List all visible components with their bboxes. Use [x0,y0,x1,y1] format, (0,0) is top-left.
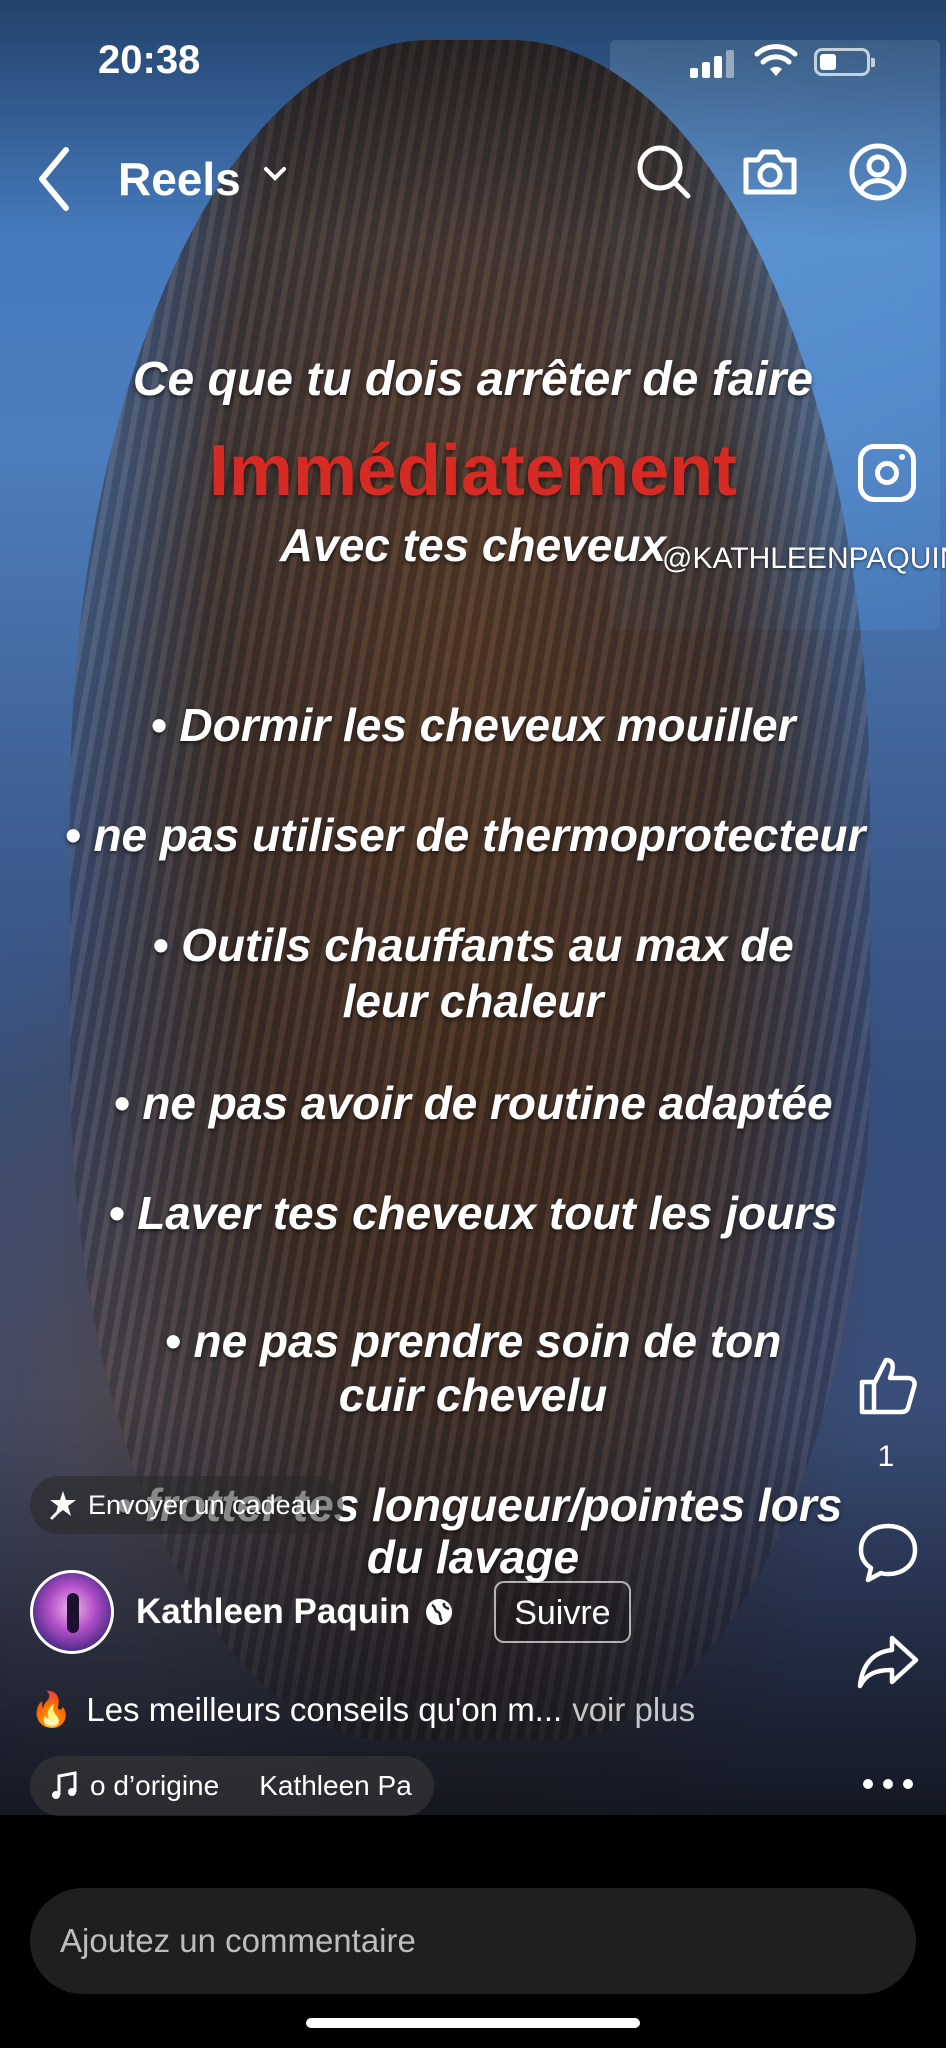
overlay-highlight: Immédiatement [208,431,738,511]
audio-title: o d’origine [90,1770,220,1801]
overlay-bullet: • ne pas utiliser de thermoprotecteur [64,809,866,861]
caption-text: Les meilleurs conseils qu'on m... [86,1691,563,1728]
comment-input[interactable]: Ajoutez un commentaire [30,1888,916,1994]
instagram-icon [858,444,916,502]
wifi-icon [754,44,798,76]
reel-video[interactable]: Ce que tu dois arrêter de faire Immédiat… [0,0,946,1815]
signal-icon [690,48,736,78]
overlay-bullet: • Laver tes cheveux tout les jours [108,1187,838,1239]
fire-icon: 🔥 [30,1691,73,1729]
like-count: 1 [877,1440,895,1473]
gift-icon [50,1491,76,1520]
page-title[interactable]: Reels [118,152,241,206]
gift-label: Envoyer un cadeau [88,1489,321,1520]
see-more-link[interactable]: voir plus [572,1691,695,1729]
author-name[interactable]: Kathleen Paquin [136,1592,410,1632]
overlay-title: Ce que tu dois arrêter de faire [132,353,814,406]
overlay-bullet: leur chaleur [342,975,604,1027]
profile-icon[interactable] [848,142,908,202]
status-bar: 20:38 [0,0,946,120]
avatar[interactable] [30,1570,114,1654]
thumbs-up-icon[interactable] [856,1354,920,1418]
send-gift-button[interactable]: Envoyer un cadeau [30,1476,343,1534]
author-row: Kathleen Paquin Suivre [30,1570,631,1654]
share-icon[interactable] [856,1630,920,1694]
comment-icon[interactable] [856,1520,920,1584]
music-note-icon [52,1771,77,1799]
overlay-bullet: • Outils chauffants au max de [152,919,794,971]
overlay-bullet: • ne pas avoir de routine adaptée [113,1077,833,1129]
battery-icon [814,48,875,76]
overlay-bullet: • ne pas prendre soin de ton [164,1315,782,1367]
audio-pill[interactable]: o d’origine Kathleen Pa [30,1756,434,1816]
camera-icon[interactable] [740,142,800,202]
globe-icon [426,1599,453,1625]
back-chevron-icon[interactable] [34,144,74,214]
comment-placeholder: Ajoutez un commentaire [60,1922,416,1959]
home-indicator [306,2018,640,2028]
audio-artist: Kathleen Pa [259,1770,412,1801]
overlay-handle: @KATHLEENPAQUIN_ [662,542,946,575]
reels-header: Reels [0,130,946,230]
status-time: 20:38 [98,38,201,82]
caption[interactable]: 🔥 Les meilleurs conseils qu'on m... voir… [30,1690,695,1730]
more-icon[interactable] [856,1752,920,1816]
chevron-down-icon[interactable] [262,160,288,186]
follow-button[interactable]: Suivre [494,1581,631,1643]
overlay-bullet: • Dormir les cheveux mouiller [150,699,796,751]
overlay-bullet: cuir chevelu [338,1369,608,1421]
search-icon[interactable] [634,142,694,202]
